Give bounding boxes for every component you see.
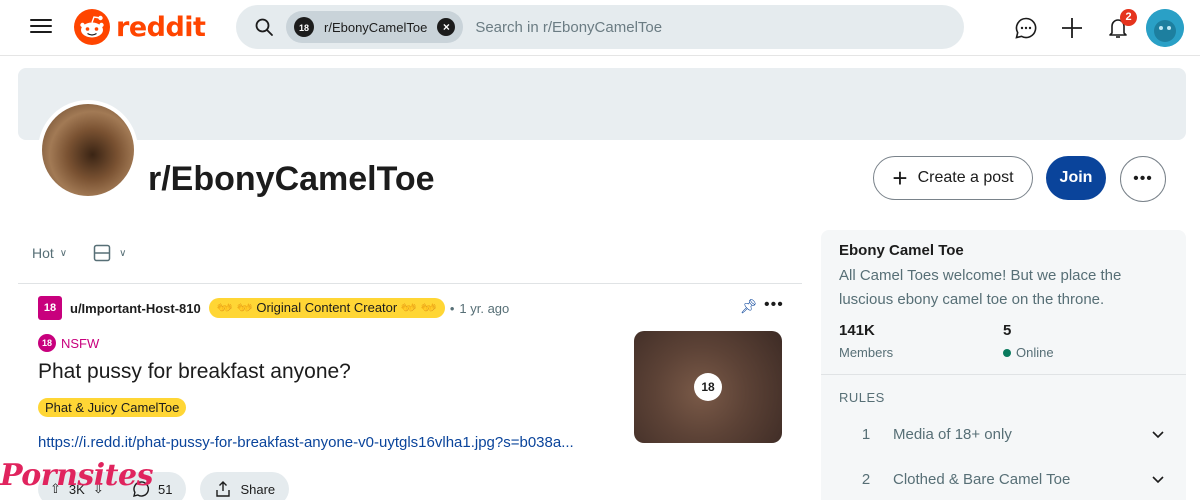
- share-button[interactable]: Share: [200, 472, 290, 500]
- close-icon[interactable]: ×: [437, 18, 456, 36]
- share-icon: [216, 481, 231, 497]
- sort-label: Hot: [32, 245, 54, 261]
- watermark-logo: Pornsites: [0, 458, 154, 493]
- create-post-button[interactable]: + Create a post: [873, 156, 1033, 200]
- nsfw-tag: 18 NSFW: [38, 334, 99, 352]
- chevron-down-icon: [1152, 476, 1164, 484]
- chevron-down-icon: ∨: [59, 247, 68, 259]
- online-dot-icon: [1003, 348, 1011, 357]
- online-indicator: Online: [1003, 345, 1054, 360]
- feed-controls: Hot ∨ ∨: [32, 244, 126, 262]
- share-label: Share: [240, 481, 276, 497]
- reddit-snoo-icon: [74, 9, 110, 45]
- community-description: All Camel Toes welcome! But we place the…: [839, 267, 1122, 308]
- sidebar-divider: [821, 374, 1186, 375]
- join-button[interactable]: Join: [1046, 156, 1106, 200]
- plus-icon: [1062, 18, 1082, 38]
- subreddit-title: r/EbonyCamelToe: [148, 160, 435, 198]
- avatar-image: [1146, 9, 1184, 47]
- post-link[interactable]: https://i.redd.it/phat-pussy-for-breakfa…: [38, 434, 638, 451]
- comment-count: 51: [158, 481, 173, 497]
- card-view-icon: [93, 244, 111, 262]
- chevron-down-icon: ∨: [119, 247, 127, 259]
- post-meta: 18 u/Important-Host-810 👐 👐 Original Con…: [38, 296, 509, 320]
- search-icon: [255, 18, 273, 36]
- search-scope-chip[interactable]: 18 r/EbonyCamelToe ×: [286, 11, 464, 43]
- user-avatar[interactable]: 18: [38, 296, 62, 320]
- nsfw-18-icon: 18: [694, 373, 722, 401]
- members-label: Members: [839, 345, 894, 360]
- plus-icon: +: [892, 163, 908, 193]
- rule-item[interactable]: 1 Media of 18+ only: [839, 414, 1169, 454]
- menu-icon[interactable]: [30, 15, 52, 37]
- reddit-wordmark: reddit: [116, 11, 206, 43]
- online-label: Online: [1016, 345, 1054, 360]
- chevron-down-icon: [1152, 431, 1164, 439]
- create-button[interactable]: [1052, 8, 1092, 48]
- nsfw-label: NSFW: [61, 335, 100, 351]
- chat-icon: [1015, 17, 1037, 39]
- create-post-label: Create a post: [917, 169, 1014, 186]
- subreddit-avatar-image: [42, 104, 134, 196]
- user-flair: 👐 👐 Original Content Creator 👐 👐: [208, 298, 445, 318]
- online-count: 5: [1003, 322, 1012, 339]
- subreddit-avatar: [38, 100, 138, 200]
- subreddit-banner: [18, 68, 1186, 140]
- pin-icon: 📌︎: [740, 298, 758, 314]
- notifications-button[interactable]: 2: [1098, 8, 1138, 48]
- sort-dropdown[interactable]: Hot ∨: [32, 245, 67, 261]
- top-navigation-bar: reddit 18 r/EbonyCamelToe × Search in r/…: [0, 0, 1200, 56]
- post-thumbnail[interactable]: 18: [634, 331, 782, 443]
- rule-text: Media of 18+ only: [893, 425, 1012, 443]
- search-bar[interactable]: 18 r/EbonyCamelToe ×: [236, 5, 964, 49]
- top-actions: 2: [1000, 8, 1184, 48]
- chip-badge-text: 18: [299, 23, 309, 33]
- search-input[interactable]: [475, 18, 964, 36]
- community-title: Ebony Camel Toe: [839, 242, 964, 259]
- more-options-button[interactable]: •••: [1120, 156, 1166, 202]
- reddit-logo[interactable]: reddit: [74, 9, 206, 45]
- rule-number: 1: [861, 425, 871, 443]
- rule-number: 2: [861, 470, 871, 488]
- separator-dot: •: [449, 300, 455, 316]
- notification-badge: 2: [1120, 9, 1137, 26]
- search-chip-label: r/EbonyCamelToe: [324, 19, 428, 35]
- post-more-button[interactable]: •••: [764, 296, 784, 314]
- user-avatar[interactable]: [1146, 9, 1184, 47]
- nsfw-18-icon: 18: [38, 334, 56, 352]
- post-author[interactable]: u/Important-Host-810: [70, 301, 201, 316]
- post-title[interactable]: Phat pussy for breakfast anyone?: [38, 360, 351, 384]
- members-stat: 141K Members: [839, 322, 893, 360]
- online-stat: 5 Online: [1003, 322, 1054, 360]
- rule-text: Clothed & Bare Camel Toe: [893, 470, 1071, 488]
- rules-header: RULES: [839, 390, 885, 405]
- post-timestamp: 1 yr. ago: [459, 300, 510, 316]
- post-flair[interactable]: Phat & Juicy CamelToe: [38, 398, 187, 417]
- chat-button[interactable]: [1006, 8, 1046, 48]
- community-sidebar: Ebony Camel Toe All Camel Toes welcome! …: [821, 230, 1186, 500]
- rule-item[interactable]: 2 Clothed & Bare Camel Toe: [839, 459, 1169, 499]
- view-dropdown[interactable]: ∨: [93, 244, 126, 262]
- nsfw-18-icon: 18: [294, 17, 314, 37]
- members-count: 141K: [839, 322, 875, 339]
